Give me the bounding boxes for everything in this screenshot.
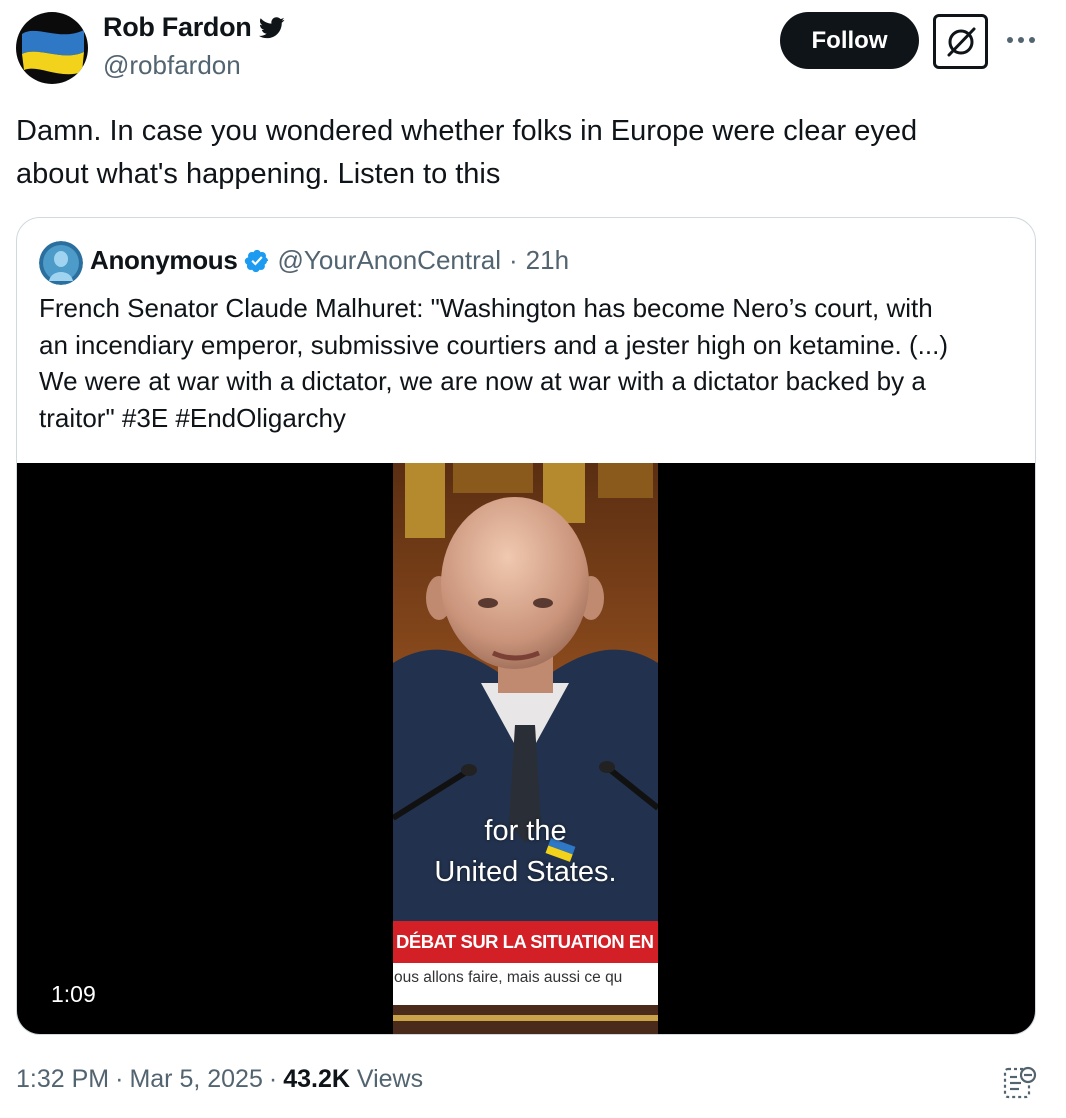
- ukraine-flag-avatar: [16, 12, 88, 84]
- quote-text-line: an incendiary emperor, submissive courti…: [39, 329, 948, 360]
- anonymous-avatar-icon: [39, 241, 83, 285]
- quote-author-handle[interactable]: @YourAnonCentral: [278, 245, 501, 276]
- video-duration: 1:09: [51, 981, 96, 1007]
- tweet-metadata: 1:32 PM · Mar 5, 2025 · 43.2K Views: [16, 1065, 423, 1094]
- quote-text-line: We were at war with a dictator, we are n…: [39, 366, 926, 396]
- more-options-button[interactable]: [1001, 22, 1041, 58]
- quote-timestamp[interactable]: 21h: [526, 245, 569, 276]
- video-frame: for the United States. DÉBAT SUR LA SITU…: [393, 463, 658, 1034]
- video-subtitle-line: United States.: [434, 856, 617, 888]
- tweet-text: Damn. In case you wondered whether folks…: [16, 110, 1046, 196]
- follow-button[interactable]: Follow: [780, 12, 919, 69]
- quote-text-line: traitor" #3E #EndOligarchy: [39, 402, 346, 433]
- separator-dot: ·: [509, 245, 518, 275]
- tweet-date[interactable]: Mar 5, 2025: [129, 1065, 262, 1093]
- quote-author-avatar[interactable]: [39, 241, 83, 285]
- author-name[interactable]: Rob Fardon: [103, 12, 252, 43]
- video-news-banner: DÉBAT SUR LA SITUATION EN UKR: [393, 921, 658, 963]
- post-analytics-icon: [1003, 1066, 1037, 1099]
- more-icon: [1007, 37, 1035, 43]
- verified-badge-icon: [244, 248, 270, 274]
- tweet-text-line: Damn. In case you wondered whether folks…: [16, 115, 918, 147]
- tweet-text-line: about what's happening. Listen to this: [16, 158, 501, 190]
- quoted-tweet-card[interactable]: Anonymous @YourAnonCentral · 21h French …: [16, 217, 1036, 1035]
- quote-author-name[interactable]: Anonymous: [90, 245, 238, 276]
- post-analytics-button[interactable]: [1000, 1062, 1040, 1102]
- grok-button[interactable]: [933, 14, 988, 69]
- separator-dot: ·: [115, 1065, 124, 1093]
- quote-text-line: French Senator Claude Malhuret: "Washing…: [39, 293, 933, 323]
- twitter-bird-icon: [259, 16, 286, 38]
- video-player[interactable]: for the United States. DÉBAT SUR LA SITU…: [17, 463, 1035, 1034]
- tweet-time[interactable]: 1:32 PM: [16, 1065, 109, 1093]
- author-avatar[interactable]: [16, 12, 88, 84]
- video-news-ticker: ous allons faire, mais aussi ce qu: [393, 963, 658, 1005]
- author-name-row[interactable]: Rob Fardon: [103, 12, 286, 43]
- views-count: 43.2K: [283, 1065, 350, 1093]
- separator-dot: ·: [268, 1065, 278, 1093]
- grok-icon: [947, 27, 975, 56]
- views-label: Views: [356, 1065, 424, 1093]
- author-handle[interactable]: @robfardon: [103, 50, 241, 81]
- quote-header: Anonymous @YourAnonCentral · 21h: [90, 245, 569, 276]
- video-subtitle-line: for the: [484, 815, 567, 847]
- quote-text: French Senator Claude Malhuret: "Washing…: [39, 290, 1029, 436]
